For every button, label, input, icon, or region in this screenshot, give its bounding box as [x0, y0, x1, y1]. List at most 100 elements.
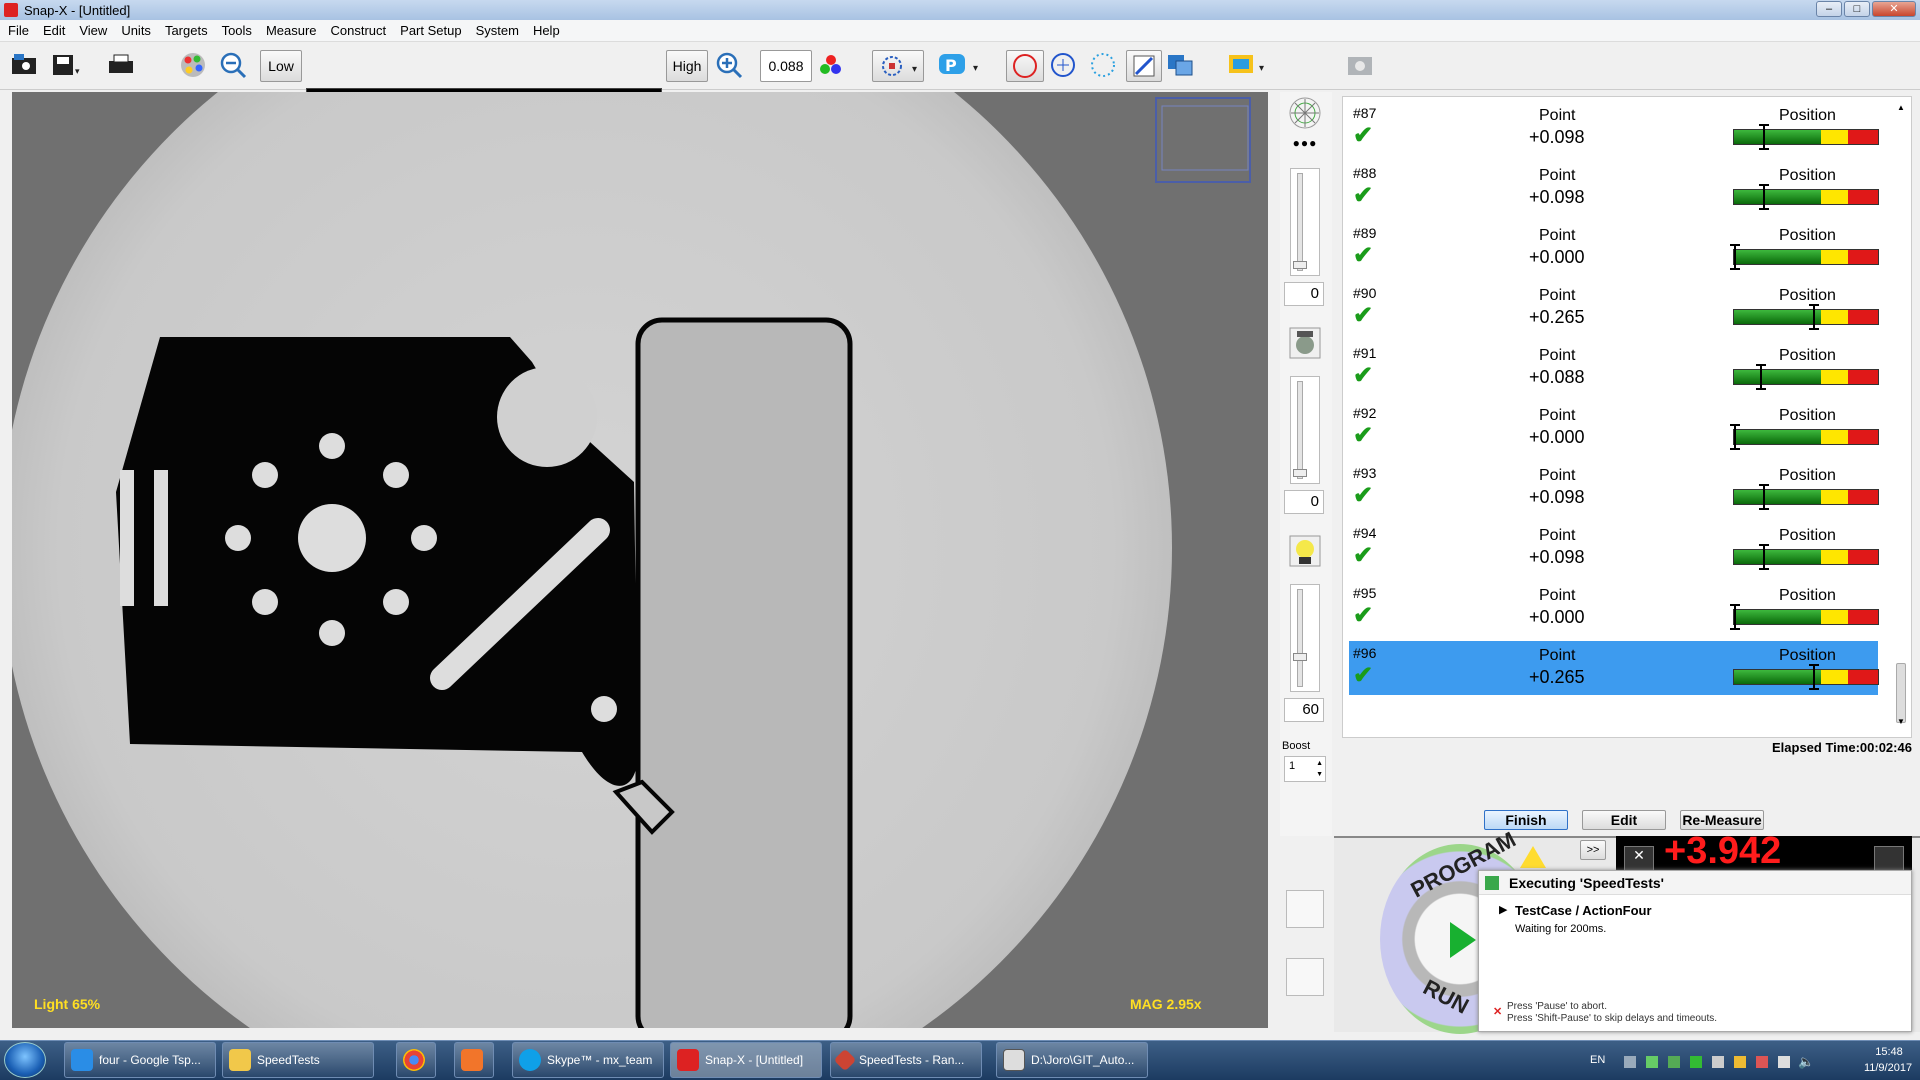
taskbar-item-chrome[interactable] [396, 1042, 436, 1078]
crosshair-circle-icon[interactable] [1048, 50, 1078, 80]
rgb-icon[interactable] [816, 50, 846, 80]
menu-help[interactable]: Help [533, 23, 560, 38]
tray-icon-4[interactable] [1690, 1056, 1702, 1068]
light-slider-2-thumb[interactable] [1293, 469, 1307, 477]
light-slider-1-value[interactable]: 0 [1284, 282, 1324, 306]
boost-spinner[interactable]: 1 ▲ ▼ [1284, 756, 1326, 782]
light-slider-1-thumb[interactable] [1293, 261, 1307, 269]
measurement-row[interactable]: #89 ✔ Point +0.000 Position [1349, 221, 1879, 275]
feature-value: +0.265 [1529, 307, 1585, 327]
minimize-button[interactable]: – [1816, 1, 1842, 17]
measurement-row[interactable]: #92 ✔ Point +0.000 Position [1349, 401, 1879, 455]
bulb-light-icon[interactable] [1288, 534, 1322, 568]
zoom-in-icon[interactable] [714, 50, 744, 80]
light-slider-3[interactable] [1290, 584, 1320, 692]
feature-type: Point [1539, 347, 1576, 364]
save-icon[interactable]: ▾ [50, 50, 80, 80]
list-scrollbar[interactable]: ▲ ▼ [1895, 103, 1907, 729]
taskbar-item-ie[interactable]: four - Google Tsp... [64, 1042, 216, 1078]
program-icon[interactable]: P ▾ [936, 50, 986, 80]
taskbar-item-media[interactable] [454, 1042, 494, 1078]
light-slider-3-value[interactable]: 60 [1284, 698, 1324, 722]
menu-edit[interactable]: Edit [43, 23, 65, 38]
menu-measure[interactable]: Measure [266, 23, 317, 38]
taskbar-item-speedtests-folder[interactable]: SpeedTests [222, 1042, 374, 1078]
color-palette-icon[interactable] [178, 50, 208, 80]
zoom-value-field[interactable]: 0.088 [760, 50, 812, 82]
tray-icon-1[interactable] [1624, 1056, 1636, 1068]
maximize-button[interactable]: □ [1844, 1, 1870, 17]
overlay-icon[interactable] [1166, 50, 1196, 80]
menu-units[interactable]: Units [121, 23, 151, 38]
high-button[interactable]: High [666, 50, 708, 82]
camera-viewport[interactable]: Light 65% MAG 2.95x [12, 92, 1268, 1028]
edit-readout-icon[interactable] [1874, 846, 1904, 870]
tolerance-type: Position [1779, 467, 1836, 484]
measurement-row[interactable]: #94 ✔ Point +0.098 Position [1349, 521, 1879, 575]
measurement-row[interactable]: #87 ✔ Point +0.098 Position [1349, 101, 1879, 155]
measurement-row[interactable]: #88 ✔ Point +0.098 Position [1349, 161, 1879, 215]
language-indicator[interactable]: EN [1590, 1054, 1605, 1066]
clock-date[interactable]: 11/9/2017 [1858, 1062, 1918, 1074]
menu-construct[interactable]: Construct [331, 23, 387, 38]
start-button[interactable] [4, 1042, 46, 1078]
light-slider-2-value[interactable]: 0 [1284, 490, 1324, 514]
taskbar-item-explorer[interactable]: D:\Joro\GIT_Auto... [996, 1042, 1148, 1078]
circle-icon[interactable] [1006, 50, 1044, 82]
measurement-row[interactable]: #91 ✔ Point +0.088 Position [1349, 341, 1879, 395]
measurement-row[interactable]: #95 ✔ Point +0.000 Position [1349, 581, 1879, 635]
light-slider-3-thumb[interactable] [1293, 653, 1307, 661]
boost-spin-arrows-icon[interactable]: ▲ ▼ [1316, 758, 1323, 780]
pass-check-icon: ✔ [1353, 182, 1374, 209]
close-button[interactable]: ✕ [1872, 1, 1916, 17]
tolerance-marker [1730, 244, 1740, 270]
clear-icon[interactable]: ✕ [1624, 846, 1654, 870]
finish-button[interactable]: Finish [1484, 810, 1568, 830]
tray-icon-2[interactable] [1646, 1056, 1658, 1068]
volume-icon[interactable]: 🔈 [1798, 1054, 1814, 1070]
more-dots-icon[interactable]: ●●● [1288, 136, 1322, 152]
menu-tools[interactable]: Tools [222, 23, 252, 38]
coaxial-light-icon[interactable] [1288, 326, 1322, 360]
menu-view[interactable]: View [79, 23, 107, 38]
tray-icon-3[interactable] [1668, 1056, 1680, 1068]
open-camera-icon[interactable] [10, 50, 40, 80]
play-icon[interactable] [1450, 922, 1476, 958]
remeasure-button[interactable]: Re-Measure [1680, 810, 1764, 830]
camera-snapshot-icon[interactable] [1344, 50, 1374, 80]
tool-button-2[interactable] [1286, 958, 1324, 996]
taskbar-item-speedtests-ranorex[interactable]: SpeedTests - Ran... [830, 1042, 982, 1078]
expand-arrow-icon[interactable]: ▶ [1499, 903, 1507, 916]
selection-icon[interactable]: ▾ [872, 50, 924, 82]
ring-light-icon[interactable] [1288, 96, 1322, 130]
network-icon[interactable] [1778, 1056, 1790, 1068]
dotted-circle-icon[interactable] [1088, 50, 1118, 80]
menu-part-setup[interactable]: Part Setup [400, 23, 461, 38]
clock-time[interactable]: 15:48 [1864, 1046, 1914, 1058]
taskbar-item-snapx[interactable]: Snap-X - [Untitled] [670, 1042, 822, 1078]
list-scrollbar-thumb[interactable] [1896, 663, 1906, 723]
lock-icon[interactable] [1734, 1056, 1746, 1068]
forward-button[interactable]: >> [1580, 840, 1606, 860]
light-slider-1[interactable] [1290, 168, 1320, 276]
measurement-row[interactable]: #90 ✔ Point +0.265 Position [1349, 281, 1879, 335]
menu-targets[interactable]: Targets [165, 23, 208, 38]
printer-icon[interactable] [1712, 1056, 1724, 1068]
edge-tool-icon[interactable] [1126, 50, 1162, 82]
taskbar-item-skype[interactable]: Skype™ - mx_team [512, 1042, 664, 1078]
tolerance-marker [1759, 124, 1769, 150]
low-button[interactable]: Low [260, 50, 302, 82]
pass-check-icon: ✔ [1353, 242, 1374, 269]
measurement-row[interactable]: #93 ✔ Point +0.098 Position [1349, 461, 1879, 515]
light-slider-2[interactable] [1290, 376, 1320, 484]
edit-button[interactable]: Edit [1582, 810, 1666, 830]
tool-button-1[interactable] [1286, 890, 1324, 928]
print-icon[interactable]: ▾ [106, 50, 136, 80]
menu-file[interactable]: File [8, 23, 29, 38]
flag-icon[interactable] [1756, 1056, 1768, 1068]
measurement-row[interactable]: #96 ✔ Point +0.265 Position [1349, 641, 1879, 695]
display-icon[interactable]: ▾ [1224, 50, 1274, 80]
zoom-out-icon[interactable] [218, 50, 248, 80]
measurement-list[interactable]: #87 ✔ Point +0.098 Position #88 ✔ Point +0.098 Po… [1342, 96, 1912, 738]
menu-system[interactable]: System [476, 23, 519, 38]
